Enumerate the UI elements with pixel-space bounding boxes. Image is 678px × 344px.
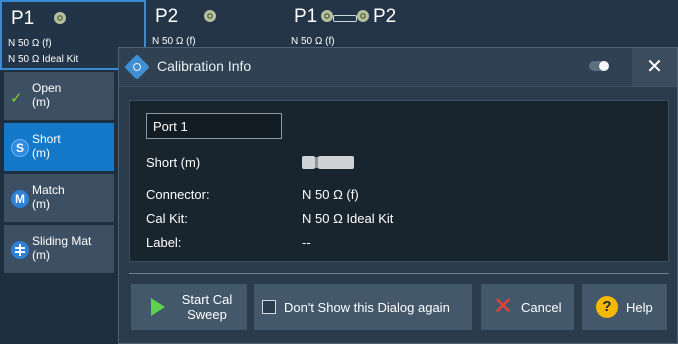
cancel-label: Cancel bbox=[521, 299, 562, 315]
label-key: Label: bbox=[146, 235, 182, 250]
help-icon: ? bbox=[596, 296, 618, 318]
connector-key: Connector: bbox=[146, 187, 210, 202]
standard-name-label: Short (m) bbox=[146, 155, 201, 170]
standard-label: Open (m) bbox=[32, 81, 61, 109]
port-connector: N 50 Ω (f) bbox=[152, 36, 196, 47]
standard-label: Sliding Mat (m) bbox=[32, 234, 91, 262]
port-connector-icon bbox=[321, 10, 333, 22]
port-connector: N 50 Ω (f) bbox=[8, 38, 52, 49]
standard-label: Short (m) bbox=[32, 132, 61, 160]
standard-label: Match (m) bbox=[32, 183, 65, 211]
standard-sliding-match[interactable]: Sliding Mat (m) bbox=[4, 225, 114, 273]
cancel-x-icon: ✕ bbox=[493, 293, 514, 320]
sliding-match-icon bbox=[11, 241, 29, 259]
thru-link-icon bbox=[333, 15, 357, 22]
port-connector-icon bbox=[204, 10, 216, 22]
port-connector-icon bbox=[54, 12, 66, 24]
dont-show-checkbox[interactable] bbox=[262, 300, 276, 314]
standard-name: Match bbox=[32, 183, 65, 197]
dont-show-again-button[interactable]: Don't Show this Dialog again bbox=[254, 284, 472, 330]
start-label-line2: Sweep bbox=[187, 307, 227, 322]
toggle-knob bbox=[599, 61, 609, 71]
app-logo-icon bbox=[124, 54, 150, 80]
start-cal-sweep-label: Start Cal Sweep bbox=[177, 284, 237, 330]
transparency-toggle[interactable] bbox=[589, 61, 609, 71]
port-connector: N 50 Ω (f) bbox=[291, 36, 335, 47]
help-button[interactable]: ? Help bbox=[582, 284, 667, 330]
calibration-info-dialog: Calibration Info ✕ Short (m) Connector: … bbox=[118, 47, 678, 344]
check-icon: ✓ bbox=[10, 90, 23, 107]
standard-gender: (m) bbox=[32, 197, 50, 211]
cal-kit-value: N 50 Ω Ideal Kit bbox=[302, 211, 394, 226]
play-icon bbox=[151, 298, 165, 316]
start-cal-sweep-button[interactable]: Start Cal Sweep bbox=[131, 284, 247, 330]
short-standard-icon bbox=[302, 156, 357, 169]
standard-name: Sliding Mat bbox=[32, 234, 92, 248]
start-label-line1: Start Cal bbox=[181, 292, 233, 307]
standard-match[interactable]: M Match (m) bbox=[4, 174, 114, 222]
port-name-field[interactable] bbox=[146, 113, 282, 139]
port-name: P1 bbox=[11, 8, 35, 29]
label-value: -- bbox=[302, 235, 311, 250]
short-badge-icon: S bbox=[11, 139, 29, 157]
cal-kit-key: Cal Kit: bbox=[146, 211, 188, 226]
help-label: Help bbox=[626, 299, 653, 315]
standard-gender: (m) bbox=[32, 248, 50, 262]
close-button[interactable]: ✕ bbox=[632, 48, 677, 86]
standard-gender: (m) bbox=[32, 95, 50, 109]
calibration-info-panel: Short (m) Connector: N 50 Ω (f) Cal Kit:… bbox=[129, 100, 669, 262]
standard-name: Open bbox=[32, 81, 62, 95]
standard-open[interactable]: ✓ Open (m) bbox=[4, 72, 114, 120]
match-badge-icon: M bbox=[11, 190, 29, 208]
standard-short[interactable]: S Short (m) bbox=[4, 123, 114, 171]
port-connector-icon bbox=[357, 10, 369, 22]
dont-show-label: Don't Show this Dialog again bbox=[284, 299, 450, 315]
cancel-button[interactable]: ✕ Cancel bbox=[481, 284, 574, 330]
connector-value: N 50 Ω (f) bbox=[302, 187, 359, 202]
standard-name: Short bbox=[32, 132, 61, 146]
thru-from: P1 bbox=[294, 6, 318, 27]
port-cal-kit: N 50 Ω Ideal Kit bbox=[8, 54, 79, 65]
separator bbox=[129, 273, 669, 274]
dialog-title-bar[interactable]: Calibration Info ✕ bbox=[119, 48, 677, 87]
thru-to: P2 bbox=[373, 6, 397, 27]
dialog-title: Calibration Info bbox=[157, 58, 252, 74]
standard-gender: (m) bbox=[32, 146, 50, 160]
port-name: P2 bbox=[155, 6, 179, 27]
